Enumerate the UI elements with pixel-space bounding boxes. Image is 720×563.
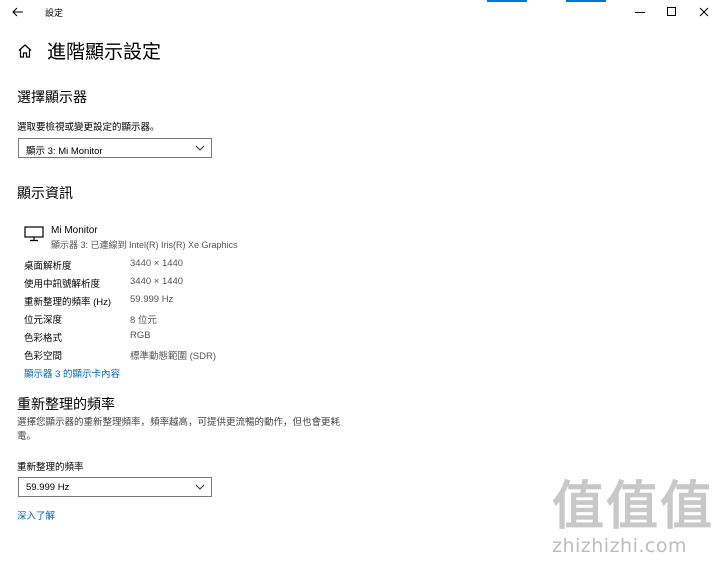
info-row: 使用中訊號解析度 3440 × 1440 [24,276,324,290]
refresh-rate-label: 重新整理的頻率 [17,462,84,473]
window-controls [624,0,720,24]
info-row: 重新整理的頻率 (Hz) 59.999 Hz [24,294,324,308]
display-info-heading: 顯示資訊 [17,185,73,201]
info-row: 色彩格式 RGB [24,330,324,344]
info-label: 桌面解析度 [24,261,72,272]
close-icon [699,7,709,17]
close-button[interactable] [688,0,720,24]
refresh-rate-heading: 重新整理的頻率 [17,396,115,412]
display-select-value: 顯示 3: Mi Monitor [26,146,103,157]
info-value: 3440 × 1440 [130,276,184,287]
select-display-prompt: 選取要檢視或變更設定的顯示器。 [17,122,160,133]
info-value: 3440 × 1440 [130,258,184,269]
back-arrow-icon [12,7,23,17]
maximize-icon [667,7,676,16]
display-adapter-properties-link[interactable]: 顯示器 3 的顯示卡內容 [24,366,120,380]
display-select-dropdown[interactable]: 顯示 3: Mi Monitor [18,138,212,158]
info-value: RGB [130,330,151,341]
watermark-glyph: 值 [660,477,713,537]
info-value: 標準動態範圍 (SDR) [130,351,217,362]
accent-bar [566,0,606,2]
chevron-down-icon [195,484,205,490]
monitor-name: Mi Monitor [51,225,98,236]
home-icon[interactable] [17,43,33,59]
refresh-rate-value: 59.999 Hz [26,482,70,493]
watermark-glyph: 值 [552,477,605,537]
watermark: 值 值 值 zhizhizhi.com [550,460,718,560]
info-value: 59.999 Hz [130,294,174,305]
info-label: 位元深度 [24,315,63,326]
info-label: 重新整理的頻率 (Hz) [24,297,112,308]
refresh-rate-description: 選擇您顯示器的重新整理頻率，頻率越高，可提供更流暢的動作，但也會更耗電。 [17,417,341,442]
monitor-connection: 顯示器 3: 已連線到 Intel(R) Iris(R) Xe Graphics [51,240,238,250]
watermark-text: zhizhizhi.com [552,535,688,557]
select-display-heading: 選擇顯示器 [17,89,87,105]
refresh-rate-dropdown[interactable]: 59.999 Hz [18,477,212,497]
info-label: 色彩格式 [24,333,63,344]
info-label: 色彩空間 [24,351,63,362]
info-label: 使用中訊號解析度 [24,279,101,290]
app-title: 設定 [45,8,64,18]
page-title: 進階顯示設定 [47,42,162,63]
minimize-button[interactable] [624,0,656,24]
info-row: 色彩空間 標準動態範圍 (SDR) [24,348,324,362]
title-bar: 設定 [0,0,720,24]
accent-bar [487,0,527,2]
maximize-button[interactable] [656,0,688,24]
watermark-glyph: 值 [606,477,659,537]
back-button[interactable] [8,2,28,22]
info-value: 8 位元 [130,315,157,326]
chevron-down-icon [195,145,205,151]
info-row: 桌面解析度 3440 × 1440 [24,258,324,272]
monitor-icon [24,226,44,242]
minimize-icon [635,12,645,13]
learn-more-link[interactable]: 深入了解 [17,508,55,522]
info-row: 位元深度 8 位元 [24,312,324,326]
